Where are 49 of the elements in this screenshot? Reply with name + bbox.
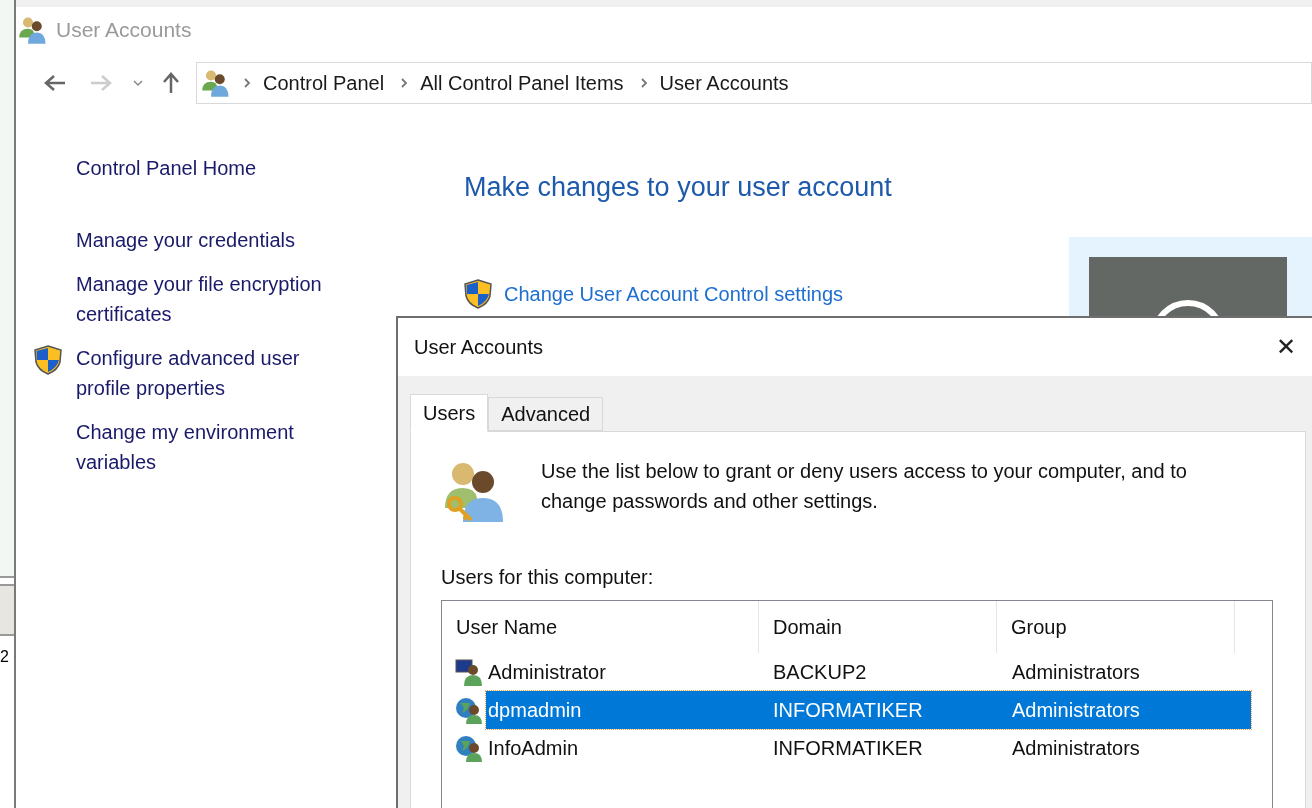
- table-cell-text: BACKUP2: [773, 660, 868, 685]
- up-arrow-icon: [161, 71, 181, 95]
- table-cell-text: Administrator: [487, 660, 607, 685]
- page-heading: Make changes to your user account: [464, 171, 893, 204]
- column-header[interactable]: User Name: [442, 601, 759, 653]
- table-cell-text: INFORMATIKER: [773, 736, 924, 761]
- chevron-right-icon: [400, 77, 409, 89]
- sidebar-link[interactable]: Manage your file encryption certificates: [76, 269, 372, 329]
- users-icon: [201, 68, 231, 98]
- chevron-down-icon: [132, 79, 144, 87]
- table-cell-text: InfoAdmin: [487, 736, 580, 761]
- intro-text: Use the list below to grant or deny users access to your computer, and to change passwords and other settings.: [541, 459, 1188, 514]
- back-arrow-icon: [43, 73, 67, 93]
- address-bar[interactable]: Control Panel All Control Panel Items User Accounts: [196, 62, 1312, 104]
- table-cell-text: Administrators: [1012, 698, 1141, 723]
- sidebar-link[interactable]: Control Panel Home: [76, 153, 372, 183]
- window-title: User Accounts: [56, 17, 192, 44]
- globe-user-icon: [454, 695, 484, 725]
- list-label: Users for this computer:: [441, 565, 655, 590]
- chevron-right-icon: [243, 77, 251, 89]
- button-strip: [0, 586, 14, 636]
- tab[interactable]: Users: [410, 394, 489, 432]
- forward-arrow-icon: [89, 73, 113, 93]
- table-cell-text: Administrators: [1012, 736, 1141, 761]
- close-button[interactable]: ✕: [1268, 329, 1304, 365]
- uac-settings-link[interactable]: Change User Account Control settings: [504, 279, 844, 309]
- table-cell-text: dpmadmin: [487, 698, 583, 723]
- shield-icon: [464, 279, 492, 309]
- sidebar-link[interactable]: Manage your credentials: [76, 225, 372, 255]
- table-cell-text: INFORMATIKER: [773, 698, 924, 723]
- breadcrumb-item[interactable]: Control Panel: [263, 68, 385, 98]
- user-row[interactable]: InfoAdmin INFORMATIKER Administrators: [486, 729, 1251, 767]
- column-header[interactable]: Domain: [759, 601, 997, 653]
- dialog-title: User Accounts: [414, 335, 543, 360]
- table-cell-text: Administrators: [1012, 660, 1141, 685]
- users-icon: [18, 15, 48, 45]
- tab[interactable]: Advanced: [488, 397, 604, 431]
- user-row[interactable]: Administrator BACKUP2 Administrators: [486, 653, 1251, 691]
- sidebar-link[interactable]: Configure advanced user profile properties: [76, 343, 372, 403]
- clipped-text: 2: [0, 647, 10, 667]
- globe-user-icon: [454, 733, 484, 763]
- sidebar-link[interactable]: Change my environment variables: [76, 417, 372, 477]
- computer-user-icon: [454, 657, 484, 687]
- breadcrumb-item[interactable]: User Accounts: [659, 68, 789, 98]
- shield-icon: [34, 345, 62, 375]
- column-header[interactable]: Group: [997, 601, 1235, 653]
- breadcrumb-item[interactable]: All Control Panel Items: [420, 68, 624, 98]
- user-row[interactable]: dpmadmin INFORMATIKER Administrators: [486, 691, 1251, 729]
- chevron-right-icon: [639, 77, 648, 89]
